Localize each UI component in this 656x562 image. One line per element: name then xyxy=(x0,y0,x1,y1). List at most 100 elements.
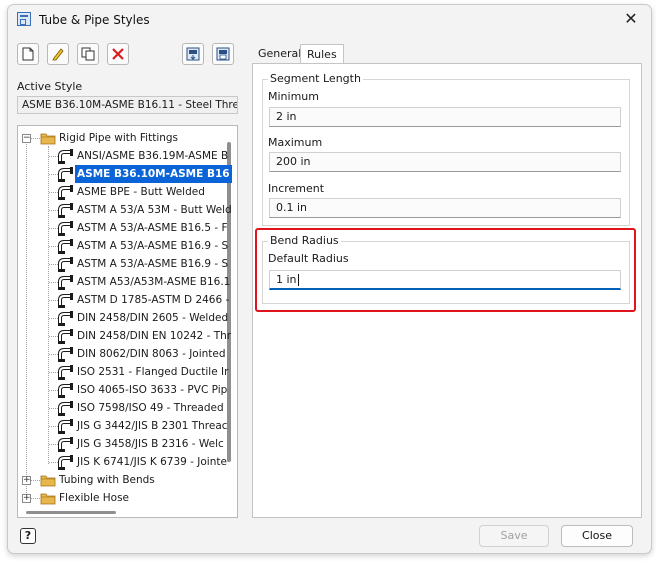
pipe-style-icon xyxy=(58,311,74,326)
folder-icon xyxy=(40,474,56,487)
pipe-style-icon xyxy=(58,365,74,380)
tree-guide-line xyxy=(49,264,58,265)
tree-guide-line xyxy=(49,444,58,445)
tree-expander-icon[interactable]: − xyxy=(22,134,31,143)
help-icon[interactable]: ? xyxy=(20,528,36,544)
export-style-button[interactable] xyxy=(212,43,234,65)
pipe-style-icon xyxy=(58,221,74,236)
tree-guide-line xyxy=(49,156,58,157)
increment-input[interactable]: 0.1 in xyxy=(269,198,621,218)
tree-node-label: ASME BPE - Butt Welded xyxy=(77,186,205,198)
tree-guide-line xyxy=(49,300,58,301)
tree-node-style[interactable]: JIS G 3442/JIS B 2301 Threac xyxy=(18,417,228,435)
tree-guide-line xyxy=(49,210,58,211)
new-style-button[interactable] xyxy=(17,43,39,65)
tree-node-style[interactable]: ISO 7598/ISO 49 - Threaded xyxy=(18,399,224,417)
tree-node-style[interactable]: ASTM A 53/A-ASME B16.5 - F xyxy=(18,219,228,237)
tree-guide-line xyxy=(49,426,58,427)
tree-node-label: Rigid Pipe with Fittings xyxy=(59,132,179,144)
maximum-input[interactable]: 200 in xyxy=(269,152,621,172)
save-button[interactable]: Save xyxy=(479,525,549,547)
import-style-button[interactable] xyxy=(182,43,204,65)
tree-expander-icon[interactable]: + xyxy=(22,476,31,485)
tree-guide-line xyxy=(49,246,58,247)
close-icon[interactable]: ✕ xyxy=(621,9,641,29)
pipe-style-icon xyxy=(58,185,74,200)
maximum-label: Maximum xyxy=(268,136,323,149)
active-style-select[interactable]: ASME B36.10M-ASME B16.11 - Steel Threade… xyxy=(17,96,238,114)
app-icon xyxy=(17,12,31,26)
pipe-style-icon xyxy=(58,203,74,218)
tree-node-style[interactable]: ISO 2531 - Flanged Ductile Ir xyxy=(18,363,228,381)
tree-guide-line xyxy=(49,408,58,409)
new-icon xyxy=(22,47,34,61)
pipe-style-icon xyxy=(58,383,74,398)
tree-node-label: ASME B36.10M-ASME B16 xyxy=(75,165,232,183)
tree-node-style[interactable]: DIN 8062/DIN 8063 - Jointed xyxy=(18,345,226,363)
tree-node-style[interactable]: ASTM A 53/A-ASME B16.9 - S xyxy=(18,255,228,273)
tree-guide-line xyxy=(49,354,58,355)
tree-node-label: JIS G 3442/JIS B 2301 Threac xyxy=(77,420,228,432)
tree-node-style[interactable]: DIN 2458/DIN 2605 - Welded xyxy=(18,309,228,327)
tree-node-label: Tubing with Bends xyxy=(59,474,155,486)
tree-node-label: ISO 7598/ISO 49 - Threaded xyxy=(77,402,224,414)
tree-guide-line xyxy=(49,390,58,391)
tree-node-style[interactable]: ASTM D 1785-ASTM D 2466 - xyxy=(18,291,229,309)
tree-guide-line xyxy=(49,372,58,373)
import-icon xyxy=(186,47,200,61)
tree-node-style[interactable]: ASME BPE - Butt Welded xyxy=(18,183,223,201)
tree-guide-line xyxy=(31,498,40,499)
tree-node-label: JIS G 3458/JIS B 2316 - Welc xyxy=(77,438,224,450)
tree-node-tubing[interactable]: + Tubing with Bends xyxy=(18,471,223,489)
style-tree[interactable]: − Rigid Pipe with Fittings ANSI/ASME B36.1… xyxy=(17,125,238,518)
pipe-style-icon xyxy=(58,239,74,254)
tree-guide-line xyxy=(49,228,58,229)
pipe-style-icon xyxy=(58,419,74,434)
pipe-style-icon xyxy=(58,167,74,182)
close-button[interactable]: Close xyxy=(561,525,633,547)
bend-radius-highlight xyxy=(255,228,636,312)
pipe-style-icon xyxy=(58,437,74,452)
tree-node-label: DIN 2458/DIN 2605 - Welded xyxy=(77,312,229,324)
tree-node-label: ASTM A 53/A-ASME B16.5 - F xyxy=(77,222,228,234)
tree-guide-line xyxy=(31,138,40,139)
pipe-style-icon xyxy=(58,347,74,362)
export-icon xyxy=(216,47,230,61)
tube-pipe-styles-dialog: Tube & Pipe Styles ✕ Active Style ASME B… xyxy=(7,4,652,554)
tree-node-style[interactable]: ASME B36.10M-ASME B16 xyxy=(18,165,232,183)
tree-node-style[interactable]: ANSI/ASME B36.19M-ASME B xyxy=(18,147,228,165)
tree-guide-line xyxy=(49,462,58,463)
tree-node-style[interactable]: JIS K 6741/JIS K 6739 - Jointe xyxy=(18,453,227,471)
minimum-input[interactable]: 2 in xyxy=(269,107,621,127)
pipe-style-icon xyxy=(58,401,74,416)
segment-length-title: Segment Length xyxy=(268,72,363,85)
minimum-label: Minimum xyxy=(268,90,319,103)
tree-node-rigid-pipe[interactable]: − Rigid Pipe with Fittings xyxy=(18,129,223,147)
tree-node-label: ISO 4065-ISO 3633 - PVC Pip xyxy=(77,384,228,396)
copy-style-button[interactable] xyxy=(77,43,99,65)
tree-node-style[interactable]: DIN 2458/DIN EN 10242 - Thr xyxy=(18,327,231,345)
copy-icon xyxy=(81,47,95,61)
tree-node-style[interactable]: ASTM A 53/A-ASME B16.9 - S xyxy=(18,237,228,255)
delete-style-button[interactable] xyxy=(107,43,129,65)
tree-guide-line xyxy=(31,480,40,481)
tree-node-style[interactable]: JIS G 3458/JIS B 2316 - Welc xyxy=(18,435,224,453)
tree-expander-icon[interactable]: + xyxy=(22,494,31,503)
active-style-label: Active Style xyxy=(17,80,83,93)
tree-node-style[interactable]: ASTM A 53/A 53M - Butt Weld xyxy=(18,201,232,219)
edit-icon xyxy=(52,48,64,61)
delete-icon xyxy=(112,48,124,60)
tree-node-label: ASTM A 53/A-ASME B16.9 - S xyxy=(77,258,229,270)
dialog-title: Tube & Pipe Styles xyxy=(39,13,150,27)
tree-guide-line xyxy=(49,174,58,175)
tree-node-flexible-hose[interactable]: + Flexible Hose xyxy=(18,489,223,507)
tab-rules[interactable]: Rules xyxy=(300,44,344,64)
tree-node-style[interactable]: ISO 4065-ISO 3633 - PVC Pip xyxy=(18,381,227,399)
tree-node-style[interactable]: ASTM A53/A53M-ASME B16.1 xyxy=(18,273,230,291)
tree-horizontal-scrollbar[interactable] xyxy=(26,511,116,514)
tree-node-label: ANSI/ASME B36.19M-ASME B xyxy=(77,150,229,162)
tab-general[interactable]: General xyxy=(252,44,306,64)
tree-node-label: ASTM D 1785-ASTM D 2466 - xyxy=(77,294,230,306)
edit-style-button[interactable] xyxy=(47,43,69,65)
segment-length-group: Segment Length Minimum 2 in Maximum 200 … xyxy=(262,72,630,226)
